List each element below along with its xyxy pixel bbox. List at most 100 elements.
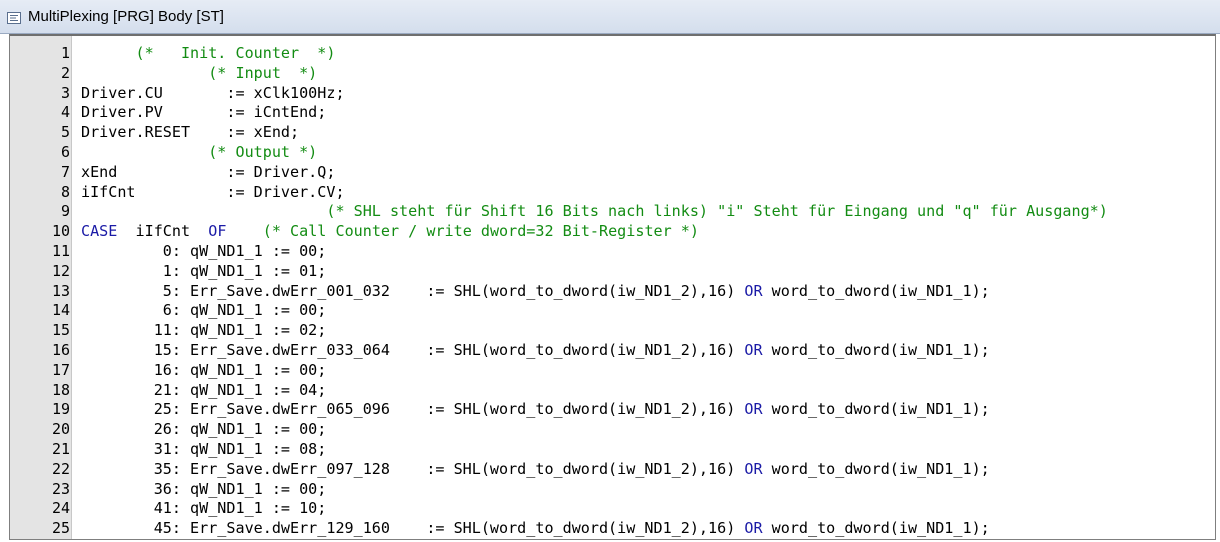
code-line[interactable]: 8 iIfCnt := Driver.CV; <box>10 183 1215 203</box>
code-token: 21: qW_ND1_1 := 04; <box>81 380 327 399</box>
code-token: 16: qW_ND1_1 := 00; <box>81 360 327 379</box>
code-text[interactable]: iIfCnt := Driver.CV; <box>81 183 345 203</box>
code-text[interactable]: 0: qW_ND1_1 := 00; <box>81 241 327 262</box>
code-text[interactable]: 16: qW_ND1_1 := 00; <box>81 360 327 381</box>
code-token: 31: qW_ND1_1 := 08; <box>81 439 327 458</box>
line-number: 10 <box>51 222 70 241</box>
code-text[interactable]: CASE iIfCnt OF (* Call Counter / write d… <box>81 222 699 242</box>
code-line[interactable]: 3 Driver.CU := xClk100Hz; <box>10 84 1215 104</box>
comment-token: (* Input *) <box>81 63 318 82</box>
line-number: 5 <box>60 123 70 142</box>
code-token: 41: qW_ND1_1 := 10; <box>81 499 327 518</box>
line-number: 22 <box>51 459 70 478</box>
code-token: word_to_dword(iw_ND1_1); <box>762 519 990 538</box>
line-number: 14 <box>51 301 70 320</box>
window-title: MultiPlexing [PRG] Body [ST] <box>28 8 224 25</box>
code-line[interactable]: 4 Driver.PV := iCntEnd; <box>10 103 1215 123</box>
code-text[interactable]: 15: Err_Save.dwErr_033_064 := SHL(word_t… <box>81 341 990 361</box>
code-line[interactable]: 12 1: qW_ND1_1 := 01; <box>10 262 1215 282</box>
code-text[interactable]: (* Output *) <box>81 143 317 163</box>
code-line[interactable]: 21 31: qW_ND1_1 := 08; <box>10 440 1215 460</box>
code-line[interactable]: 14 6: qW_ND1_1 := 00; <box>10 301 1215 321</box>
code-token: 25: Err_Save.dwErr_065_096 := SHL(word_t… <box>81 400 745 419</box>
code-text[interactable]: 41: qW_ND1_1 := 10; <box>81 499 327 519</box>
line-number: 12 <box>51 261 70 280</box>
code-line[interactable]: 9 (* SHL steht für Shift 16 Bits nach li… <box>10 202 1215 222</box>
line-number: 11 <box>51 241 70 260</box>
code-text[interactable]: 45: Err_Save.dwErr_129_160 := SHL(word_t… <box>81 519 990 539</box>
comment-token: (* Call Counter / write dword=32 Bit-Reg… <box>262 222 699 241</box>
comment-token: (* Output *) <box>81 142 318 161</box>
line-number: 1 <box>60 44 70 62</box>
code-token: 36: qW_ND1_1 := 00; <box>81 479 327 498</box>
code-text[interactable]: 26: qW_ND1_1 := 00; <box>81 420 327 440</box>
line-number: 2 <box>60 63 70 82</box>
code-line[interactable]: 16 15: Err_Save.dwErr_033_064 := SHL(wor… <box>10 341 1215 361</box>
code-token: 5: Err_Save.dwErr_001_032 := SHL(word_to… <box>81 281 745 300</box>
keyword-token: OR <box>744 281 763 300</box>
code-line[interactable]: 5 Driver.RESET := xEnd; <box>10 123 1215 143</box>
line-number: 16 <box>51 340 70 359</box>
code-line[interactable]: 23 36: qW_ND1_1 := 00; <box>10 480 1215 500</box>
editor-window: MultiPlexing [PRG] Body [ST] 1 (* Init. … <box>0 0 1220 542</box>
line-number: 25 <box>51 519 70 538</box>
code-token: iIfCnt <box>117 222 209 241</box>
code-token: 1: qW_ND1_1 := 01; <box>81 261 327 280</box>
code-lines: 1 (* Init. Counter *) 2 (* Input *) 3 Drive… <box>10 44 1215 539</box>
line-number: 9 <box>60 202 70 221</box>
line-number: 23 <box>51 479 70 498</box>
line-number: 20 <box>51 420 70 439</box>
code-text[interactable]: 35: Err_Save.dwErr_097_128 := SHL(word_t… <box>81 460 990 480</box>
code-text[interactable]: 1: qW_ND1_1 := 01; <box>81 261 327 282</box>
keyword-token: OR <box>744 519 763 538</box>
code-text[interactable]: Driver.CU := xClk100Hz; <box>81 84 345 104</box>
code-token: 0: qW_ND1_1 := 00; <box>81 241 327 260</box>
code-text[interactable]: 11: qW_ND1_1 := 02; <box>81 321 327 341</box>
code-text[interactable]: xEnd := Driver.Q; <box>81 163 335 183</box>
code-text[interactable]: 36: qW_ND1_1 := 00; <box>81 479 327 500</box>
code-line[interactable]: 6 (* Output *) <box>10 143 1215 163</box>
code-line[interactable]: 25 45: Err_Save.dwErr_129_160 := SHL(wor… <box>10 519 1215 539</box>
code-text[interactable]: 25: Err_Save.dwErr_065_096 := SHL(word_t… <box>81 400 990 420</box>
keyword-token: CASE <box>81 222 118 241</box>
line-number: 17 <box>51 360 70 379</box>
code-token: iIfCnt := Driver.CV; <box>81 182 345 201</box>
line-number: 18 <box>51 380 70 399</box>
code-line[interactable]: 10 CASE iIfCnt OF (* Call Counter / write… <box>10 222 1215 242</box>
line-number: 8 <box>60 182 70 201</box>
code-text[interactable]: Driver.RESET := xEnd; <box>81 123 299 143</box>
line-number: 6 <box>60 142 70 161</box>
title-bar[interactable]: MultiPlexing [PRG] Body [ST] <box>0 0 1220 34</box>
code-text[interactable]: (* SHL steht für Shift 16 Bits nach link… <box>81 202 1108 222</box>
code-line[interactable]: 7 xEnd := Driver.Q; <box>10 163 1215 183</box>
code-text[interactable]: (* Input *) <box>81 64 317 84</box>
code-line[interactable]: 15 11: qW_ND1_1 := 02; <box>10 321 1215 341</box>
keyword-token: OF <box>208 222 227 241</box>
code-line[interactable]: 24 41: qW_ND1_1 := 10; <box>10 499 1215 519</box>
code-line[interactable]: 2 (* Input *) <box>10 64 1215 84</box>
line-number: 13 <box>51 281 70 300</box>
code-line[interactable]: 20 26: qW_ND1_1 := 00; <box>10 420 1215 440</box>
line-number: 3 <box>60 83 70 102</box>
code-text[interactable]: Driver.PV := iCntEnd; <box>81 103 326 123</box>
code-token: xEnd := Driver.Q; <box>81 162 336 181</box>
code-line[interactable]: 11 0: qW_ND1_1 := 00; <box>10 242 1215 262</box>
code-editor[interactable]: 1 (* Init. Counter *) 2 (* Input *) 3 Drive… <box>9 34 1216 540</box>
code-text[interactable]: 6: qW_ND1_1 := 00; <box>81 301 327 321</box>
code-line[interactable]: 22 35: Err_Save.dwErr_097_128 := SHL(wor… <box>10 460 1215 480</box>
code-token: 6: qW_ND1_1 := 00; <box>81 301 327 320</box>
code-line[interactable]: 18 21: qW_ND1_1 := 04; <box>10 381 1215 401</box>
code-line[interactable]: 13 5: Err_Save.dwErr_001_032 := SHL(word… <box>10 282 1215 302</box>
code-text[interactable]: (* Init. Counter *) <box>81 44 336 64</box>
code-line[interactable]: 1 (* Init. Counter *) <box>10 44 1215 64</box>
keyword-token: OR <box>744 400 763 419</box>
code-line[interactable]: 19 25: Err_Save.dwErr_065_096 := SHL(wor… <box>10 400 1215 420</box>
code-text[interactable]: 21: qW_ND1_1 := 04; <box>81 380 327 401</box>
st-body-icon <box>7 9 21 24</box>
line-number: 4 <box>60 103 70 122</box>
code-text[interactable]: 5: Err_Save.dwErr_001_032 := SHL(word_to… <box>81 282 990 302</box>
code-line[interactable]: 17 16: qW_ND1_1 := 00; <box>10 361 1215 381</box>
code-text[interactable]: 31: qW_ND1_1 := 08; <box>81 439 327 460</box>
code-token: 11: qW_ND1_1 := 02; <box>81 321 327 340</box>
code-token: Driver.PV := iCntEnd; <box>81 103 327 122</box>
